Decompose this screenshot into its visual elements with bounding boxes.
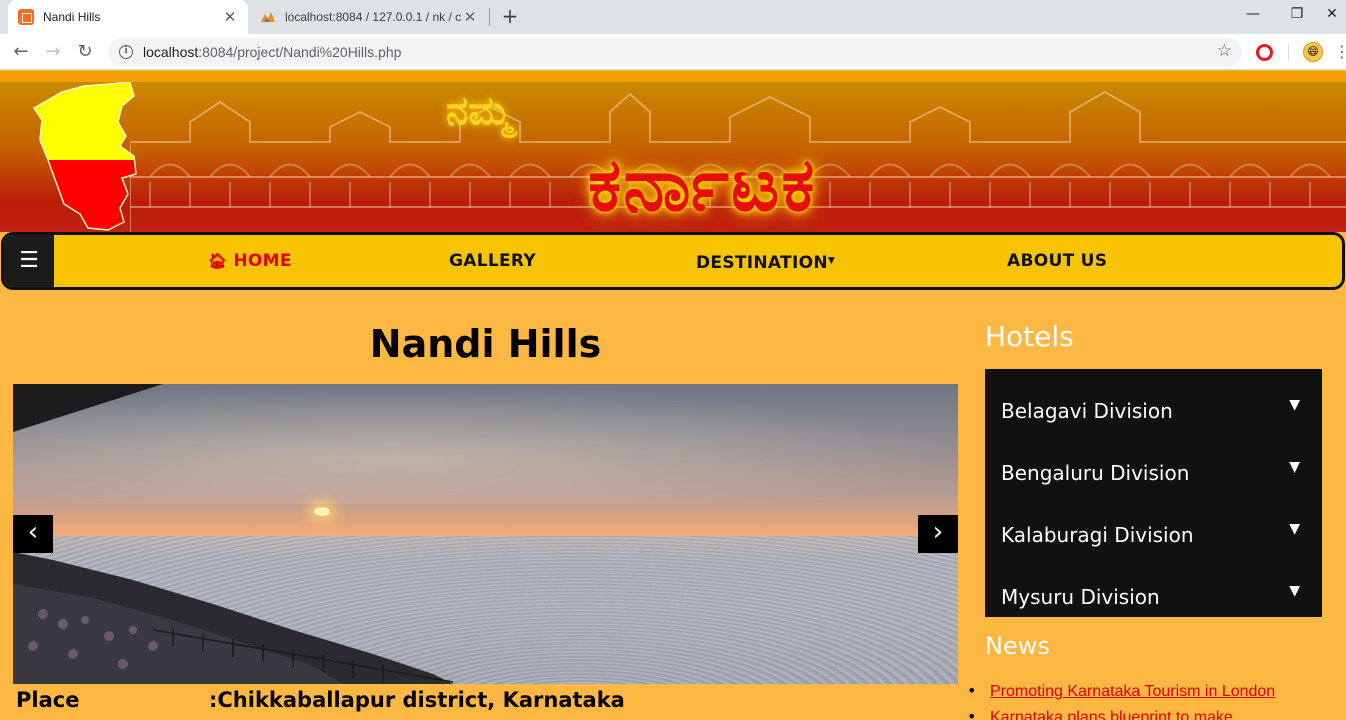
tab-title: Nandi Hills — [43, 10, 101, 24]
division-label: Belagavi Division — [1001, 399, 1173, 423]
carousel-prev-button[interactable]: ‹ — [13, 515, 53, 553]
site-navbar: ☰ 🏠︎ HOME GALLERY DESTINATION▼ ABOUT US — [1, 232, 1345, 290]
list-item: Promoting Karnataka Tourism in London — [965, 678, 1335, 704]
nav-home-label: HOME — [233, 251, 292, 271]
forward-icon[interactable]: → — [41, 40, 65, 64]
phpmyadmin-icon — [261, 12, 275, 22]
division-label: Kalaburagi Division — [1001, 523, 1194, 547]
browser-menu-icon[interactable]: ⋮ — [1334, 42, 1346, 62]
nav-destination-label: DESTINATION — [696, 253, 828, 273]
info-icon[interactable]: i — [119, 45, 133, 59]
news-link[interactable]: Promoting Karnataka Tourism in London — [990, 683, 1275, 700]
address-bar[interactable]: i localhost:8084/project/Nandi%20Hills.p… — [108, 38, 1242, 66]
news-list: Promoting Karnataka Tourism in London Ka… — [965, 678, 1335, 720]
reload-icon[interactable]: ↻ — [73, 40, 97, 64]
carousel-next-button[interactable]: › — [918, 515, 958, 553]
tab-title: localhost:8084 / 127.0.0.1 / nk / c — [285, 10, 462, 24]
hotels-heading: Hotels — [985, 320, 1074, 353]
tab-divider — [489, 8, 490, 26]
nav-gallery[interactable]: GALLERY — [449, 235, 536, 287]
site-banner: ನಮ್ಮ ಕರ್ನಾಟಕ — [0, 82, 1346, 232]
top-strip — [0, 71, 1346, 82]
close-icon[interactable]: ✕ — [462, 8, 478, 26]
bookmark-star-icon[interactable]: ☆ — [1217, 41, 1232, 61]
new-tab-button[interactable]: + — [498, 4, 522, 28]
profile-avatar[interactable]: 😄 — [1303, 42, 1323, 62]
tab-phpmyadmin[interactable]: localhost:8084 / 127.0.0.1 / nk / c ✕ — [250, 0, 488, 34]
banner-karnataka-text: ಕರ್ನಾಟಕ — [588, 142, 817, 228]
caret-down-icon: ▼ — [1289, 521, 1300, 537]
hill-silhouette — [13, 384, 454, 684]
place-label: Place — [16, 688, 80, 712]
nav-about-us[interactable]: ABOUT US — [1007, 235, 1107, 287]
menu-icon[interactable]: ☰ — [4, 235, 54, 287]
nav-home[interactable]: 🏠︎ HOME — [208, 235, 292, 287]
division-mysuru[interactable]: Mysuru Division ▼ — [1001, 577, 1306, 617]
nav-destination[interactable]: DESTINATION▼ — [696, 235, 835, 287]
caret-down-icon: ▼ — [1289, 459, 1300, 475]
browser-tab-strip: Nandi Hills ✕ localhost:8084 / 127.0.0.1… — [0, 0, 1346, 34]
division-belagavi[interactable]: Belagavi Division ▼ — [1001, 391, 1306, 431]
place-row: Place :Chikkaballapur district, Karnatak… — [16, 688, 625, 712]
page-title: Nandi Hills — [369, 322, 602, 366]
division-kalaburagi[interactable]: Kalaburagi Division ▼ — [1001, 515, 1306, 555]
division-bengaluru[interactable]: Bengaluru Division ▼ — [1001, 453, 1306, 493]
karnataka-map-icon — [32, 82, 137, 231]
list-item: Karnataka plans blueprint to make — [965, 704, 1335, 720]
place-value: :Chikkaballapur district, Karnataka — [209, 688, 625, 712]
caret-down-icon: ▼ — [1289, 397, 1300, 413]
image-carousel[interactable]: ‹ › — [13, 384, 958, 684]
news-link[interactable]: Karnataka plans blueprint to make — [990, 709, 1233, 720]
home-icon: 🏠︎ — [208, 252, 228, 270]
hotels-division-list: Belagavi Division ▼ Bengaluru Division ▼ K… — [985, 369, 1322, 617]
close-icon[interactable]: ✕ — [222, 8, 238, 26]
url-text[interactable]: localhost:8084/project/Nandi%20Hills.php — [143, 44, 401, 60]
close-window-button[interactable]: ✕ — [1318, 0, 1346, 30]
minimize-button[interactable]: — — [1230, 0, 1276, 30]
news-heading: News — [985, 632, 1050, 660]
toolbar-divider — [1288, 44, 1289, 60]
caret-down-icon: ▼ — [827, 256, 836, 266]
banner-namma-text: ನಮ್ಮ — [446, 88, 512, 134]
opera-extension-icon[interactable] — [1256, 44, 1273, 61]
caret-down-icon: ▼ — [1289, 583, 1300, 599]
browser-toolbar: ← → ↻ i localhost:8084/project/Nandi%20H… — [0, 34, 1346, 70]
back-icon[interactable]: ← — [9, 40, 33, 64]
division-label: Mysuru Division — [1001, 585, 1160, 609]
division-label: Bengaluru Division — [1001, 461, 1190, 485]
xampp-icon — [18, 9, 34, 25]
restore-button[interactable]: ❐ — [1274, 0, 1320, 30]
tab-nandi-hills[interactable]: Nandi Hills ✕ — [8, 0, 248, 34]
